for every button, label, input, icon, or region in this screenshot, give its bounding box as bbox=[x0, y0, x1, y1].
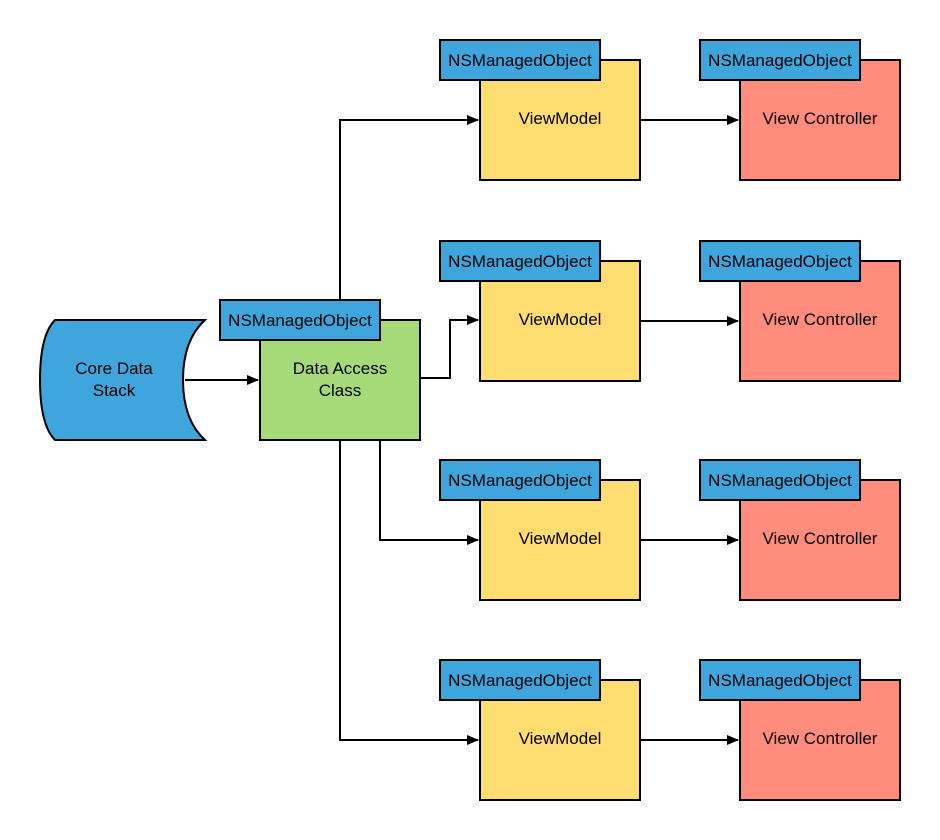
nsmanagedobject-tag-label: NSManagedObject bbox=[708, 671, 852, 690]
view-controller-label: View Controller bbox=[763, 109, 878, 128]
view-controller-label: View Controller bbox=[763, 729, 878, 748]
row-3: NSManagedObject ViewModel NSManagedObject V… bbox=[439, 459, 901, 601]
view-model-label: ViewModel bbox=[519, 729, 602, 748]
data-access-class: NSManagedObject Data Access Class bbox=[219, 299, 421, 441]
connector-dac-to-vm-2 bbox=[420, 315, 479, 379]
core-data-stack-line1: Core Data bbox=[75, 359, 153, 378]
data-access-class-line1: Data Access bbox=[293, 359, 388, 378]
nsmanagedobject-tag-label: NSManagedObject bbox=[448, 51, 592, 70]
nsmanagedobject-tag-label: NSManagedObject bbox=[708, 252, 852, 271]
nsmanagedobject-tag-label: NSManagedObject bbox=[228, 311, 372, 330]
view-model-label: ViewModel bbox=[519, 109, 602, 128]
view-model-label: ViewModel bbox=[519, 529, 602, 548]
nsmanagedobject-tag-label: NSManagedObject bbox=[448, 671, 592, 690]
data-access-class-line2: Class bbox=[319, 381, 362, 400]
view-controller-label: View Controller bbox=[763, 310, 878, 329]
row-1: NSManagedObject ViewModel NSManagedObject V… bbox=[439, 39, 901, 181]
core-data-stack-shape bbox=[38, 319, 208, 441]
nsmanagedobject-tag-label: NSManagedObject bbox=[448, 252, 592, 271]
nsmanagedobject-tag-label: NSManagedObject bbox=[708, 51, 852, 70]
core-data-stack-line2: Stack bbox=[93, 381, 136, 400]
nsmanagedobject-tag-label: NSManagedObject bbox=[448, 471, 592, 490]
nsmanagedobject-tag-label: NSManagedObject bbox=[708, 471, 852, 490]
view-controller-label: View Controller bbox=[763, 529, 878, 548]
architecture-diagram: Core Data Stack NSManagedObject Data Acc… bbox=[38, 39, 901, 801]
view-model-label: ViewModel bbox=[519, 310, 602, 329]
rows: NSManagedObject ViewModel NSManagedObject V… bbox=[439, 39, 901, 801]
row-4: NSManagedObject ViewModel NSManagedObject V… bbox=[439, 659, 901, 801]
core-data-stack: Core Data Stack bbox=[38, 319, 208, 441]
row-2: NSManagedObject ViewModel NSManagedObject V… bbox=[439, 240, 901, 382]
